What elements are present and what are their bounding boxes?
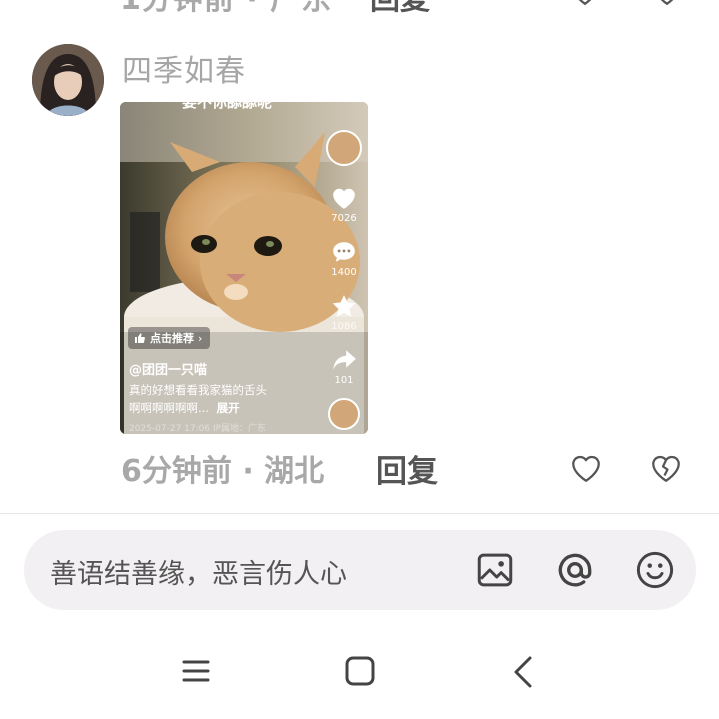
comment-bubble-icon [333, 242, 355, 262]
video-description-text: 啊啊啊啊啊啊... [129, 401, 209, 415]
recommend-pill[interactable]: 点击推荐 › [128, 327, 211, 349]
heart-icon[interactable] [568, 450, 604, 486]
reply-button[interactable]: 回复 [376, 446, 438, 491]
video-favorite-count: 1086 [331, 321, 357, 332]
nav-recent-apps-icon[interactable] [180, 655, 212, 687]
comment-username[interactable]: 四季如春 [122, 46, 246, 90]
divider [0, 513, 719, 514]
image-icon[interactable] [474, 549, 516, 591]
video-author-avatar[interactable] [326, 130, 362, 166]
comment-input-bar[interactable]: 善语结善缘，恶言伤人心 [24, 530, 696, 610]
emoji-icon[interactable] [634, 549, 676, 591]
video-author-name[interactable]: @团团一只喵 [129, 359, 207, 378]
video-description-line2: 啊啊啊啊啊啊... 展开 [129, 400, 240, 416]
video-thumbnail[interactable]: 要不你舔舔呢 7026 1400 1086 101 点击推荐 › @团团一只喵 … [120, 102, 368, 434]
previous-reply-button[interactable]: 回复 [370, 0, 430, 18]
chevron-right-icon: › [198, 331, 203, 345]
comment-meta: 6分钟前 · 湖北 [121, 454, 325, 489]
video-like-group[interactable]: 7026 [326, 186, 362, 224]
expand-link[interactable]: 展开 [217, 401, 240, 415]
video-comment-group[interactable]: 1400 [326, 240, 362, 278]
share-arrow-icon [333, 350, 356, 370]
video-share-group[interactable]: 101 [326, 348, 362, 386]
video-description-line1: 真的好想看看我家猫的舌头 [129, 383, 267, 397]
heart-icon[interactable] [568, 0, 602, 12]
video-share-count: 101 [334, 375, 354, 386]
avatar[interactable] [32, 44, 104, 116]
video-top-caption: 要不你舔舔呢 [182, 102, 273, 111]
heart-icon [333, 188, 355, 209]
video-like-count: 7026 [331, 213, 357, 224]
comment-input[interactable]: 善语结善缘，恶言伤人心 [50, 552, 347, 591]
previous-comment-meta: 1分钟前 · 广东 [120, 0, 332, 18]
avatar-image [32, 44, 104, 116]
video-comment-count: 1400 [331, 267, 357, 278]
star-icon [332, 295, 356, 317]
thumbs-up-icon [135, 333, 145, 343]
broken-heart-icon[interactable] [648, 450, 684, 486]
nav-back-icon[interactable] [510, 654, 536, 690]
at-mention-icon[interactable] [554, 549, 596, 591]
nav-home-icon[interactable] [343, 654, 377, 688]
video-favorite-group[interactable]: 1086 [326, 294, 362, 332]
video-footer-text: 2025-07-27 17:06 IP属地：广东 [129, 424, 267, 434]
previous-comment-row: 1分钟前 · 广东 回复 [120, 0, 719, 17]
broken-heart-icon[interactable] [650, 0, 684, 12]
video-bottom-avatar[interactable] [328, 398, 360, 430]
recommend-label: 点击推荐 [150, 332, 194, 345]
